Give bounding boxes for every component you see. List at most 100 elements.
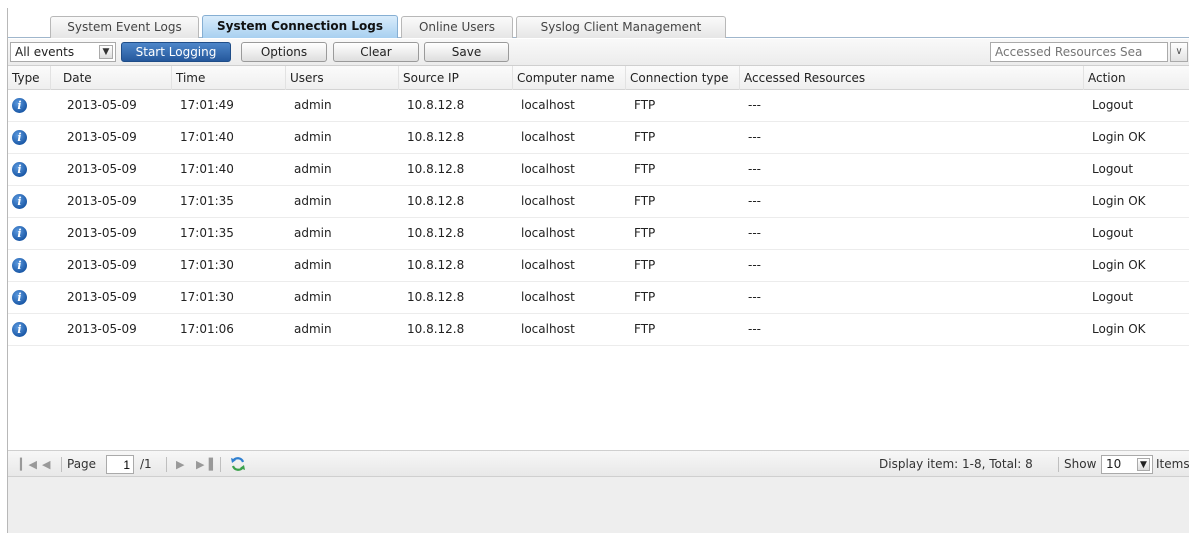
- tab-system-connection-logs[interactable]: System Connection Logs: [202, 15, 398, 38]
- page-size-select[interactable]: 10 ▼: [1101, 455, 1153, 474]
- cell-time: 17:01:35: [180, 226, 234, 240]
- cell-source-ip: 10.8.12.8: [407, 130, 465, 144]
- column-header-action[interactable]: Action: [1084, 66, 1189, 90]
- cell-computer-name: localhost: [521, 98, 575, 112]
- cell-connection-type: FTP: [634, 162, 656, 176]
- page-number-input[interactable]: [106, 455, 134, 474]
- clear-button[interactable]: Clear: [333, 42, 419, 62]
- table-body: i 2013-05-09 17:01:49 admin 10.8.12.8 localho…: [8, 90, 1189, 450]
- paging-toolbar: ▎◀ ◀ Page /1 ▶ ▶▐ Display item: 1-8, Tot…: [8, 450, 1189, 477]
- cell-time: 17:01:49: [180, 98, 234, 112]
- cell-action: Logout: [1092, 226, 1134, 240]
- cell-computer-name: localhost: [521, 258, 575, 272]
- cell-connection-type: FTP: [634, 226, 656, 240]
- cell-date: 2013-05-09: [67, 162, 137, 176]
- cell-accessed-resources: ---: [748, 258, 761, 272]
- cell-action: Logout: [1092, 290, 1134, 304]
- cell-action: Logout: [1092, 162, 1134, 176]
- cell-action: Login OK: [1092, 130, 1146, 144]
- previous-page-icon[interactable]: ◀: [42, 451, 50, 478]
- cell-accessed-resources: ---: [748, 322, 761, 336]
- column-header-connection-type[interactable]: Connection type: [626, 66, 740, 90]
- tab-online-users[interactable]: Online Users: [401, 16, 513, 38]
- cell-computer-name: localhost: [521, 322, 575, 336]
- cell-connection-type: FTP: [634, 290, 656, 304]
- table-row[interactable]: i 2013-05-09 17:01:30 admin 10.8.12.8 localho…: [8, 282, 1189, 314]
- tab-syslog-client-management[interactable]: Syslog Client Management: [516, 16, 726, 38]
- refresh-icon[interactable]: [230, 456, 246, 472]
- tab-system-event-logs[interactable]: System Event Logs: [50, 16, 199, 38]
- column-header-users[interactable]: Users: [286, 66, 399, 90]
- tab-bar: System Event Logs System Connection Logs…: [8, 8, 1189, 38]
- cell-connection-type: FTP: [634, 322, 656, 336]
- column-header-type[interactable]: Type: [8, 66, 51, 90]
- cell-date: 2013-05-09: [67, 130, 137, 144]
- cell-action: Logout: [1092, 98, 1134, 112]
- expand-search-icon[interactable]: ∨: [1170, 42, 1188, 62]
- save-button[interactable]: Save: [424, 42, 509, 62]
- cell-user: admin: [294, 162, 332, 176]
- event-filter-select[interactable]: All events ▼: [10, 42, 116, 62]
- table-row[interactable]: i 2013-05-09 17:01:35 admin 10.8.12.8 localho…: [8, 218, 1189, 250]
- separator: [61, 457, 62, 472]
- first-page-icon[interactable]: ▎◀: [20, 451, 37, 478]
- cell-accessed-resources: ---: [748, 98, 761, 112]
- page-size-value: 10: [1106, 457, 1122, 471]
- table-row[interactable]: i 2013-05-09 17:01:40 admin 10.8.12.8 localho…: [8, 122, 1189, 154]
- page-total: /1: [140, 457, 152, 471]
- column-header-time[interactable]: Time: [172, 66, 286, 90]
- column-header-source-ip[interactable]: Source IP: [399, 66, 513, 90]
- display-info: Display item: 1-8, Total: 8: [879, 457, 1033, 471]
- info-icon: i: [12, 194, 27, 209]
- event-filter-value: All events: [15, 45, 75, 59]
- last-page-icon[interactable]: ▶▐: [196, 451, 213, 478]
- cell-date: 2013-05-09: [67, 194, 137, 208]
- cell-source-ip: 10.8.12.8: [407, 194, 465, 208]
- cell-user: admin: [294, 290, 332, 304]
- table-row[interactable]: i 2013-05-09 17:01:35 admin 10.8.12.8 localho…: [8, 186, 1189, 218]
- info-icon: i: [12, 98, 27, 113]
- column-header-accessed-resources[interactable]: Accessed Resources: [740, 66, 1084, 90]
- table-row[interactable]: i 2013-05-09 17:01:40 admin 10.8.12.8 localho…: [8, 154, 1189, 186]
- cell-date: 2013-05-09: [67, 226, 137, 240]
- table-row[interactable]: i 2013-05-09 17:01:49 admin 10.8.12.8 localho…: [8, 90, 1189, 122]
- cell-date: 2013-05-09: [67, 290, 137, 304]
- cell-accessed-resources: ---: [748, 162, 761, 176]
- cell-user: admin: [294, 130, 332, 144]
- cell-date: 2013-05-09: [67, 322, 137, 336]
- cell-accessed-resources: ---: [748, 226, 761, 240]
- info-icon: i: [12, 130, 27, 145]
- cell-source-ip: 10.8.12.8: [407, 226, 465, 240]
- cell-computer-name: localhost: [521, 194, 575, 208]
- cell-computer-name: localhost: [521, 130, 575, 144]
- start-logging-button[interactable]: Start Logging: [121, 42, 231, 62]
- show-label: Show: [1064, 457, 1097, 471]
- column-header-computer-name[interactable]: Computer name: [513, 66, 626, 90]
- info-icon: i: [12, 258, 27, 273]
- table-row[interactable]: i 2013-05-09 17:01:06 admin 10.8.12.8 localho…: [8, 314, 1189, 346]
- cell-connection-type: FTP: [634, 194, 656, 208]
- cell-time: 17:01:40: [180, 130, 234, 144]
- cell-connection-type: FTP: [634, 98, 656, 112]
- chevron-down-icon: ▼: [1137, 458, 1150, 471]
- cell-source-ip: 10.8.12.8: [407, 290, 465, 304]
- connection-logs-panel: System Event Logs System Connection Logs…: [7, 8, 1189, 533]
- cell-action: Login OK: [1092, 322, 1146, 336]
- cell-connection-type: FTP: [634, 130, 656, 144]
- cell-time: 17:01:35: [180, 194, 234, 208]
- cell-connection-type: FTP: [634, 258, 656, 272]
- options-button[interactable]: Options: [241, 42, 327, 62]
- table-header: Type Date Time Users Source IP Computer …: [8, 66, 1189, 90]
- items-label: Items: [1156, 457, 1189, 471]
- cell-source-ip: 10.8.12.8: [407, 162, 465, 176]
- chevron-down-icon: ▼: [99, 45, 113, 59]
- cell-user: admin: [294, 226, 332, 240]
- cell-accessed-resources: ---: [748, 194, 761, 208]
- column-header-date[interactable]: Date: [59, 66, 172, 90]
- table-row[interactable]: i 2013-05-09 17:01:30 admin 10.8.12.8 localho…: [8, 250, 1189, 282]
- info-icon: i: [12, 290, 27, 305]
- info-icon: i: [12, 162, 27, 177]
- next-page-icon[interactable]: ▶: [176, 451, 184, 478]
- search-input[interactable]: [990, 42, 1168, 62]
- cell-user: admin: [294, 258, 332, 272]
